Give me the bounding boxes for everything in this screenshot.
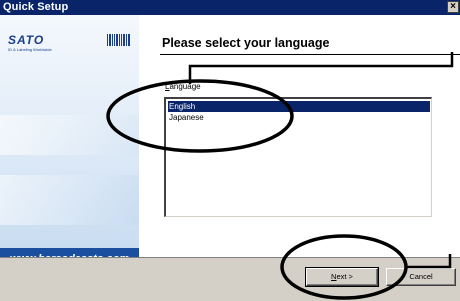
next-label: ext > [336, 272, 353, 281]
language-label-text: anguage [169, 82, 201, 91]
language-listbox[interactable]: English Japanese [164, 97, 432, 217]
sato-logo: SATO [8, 33, 45, 47]
list-item-english[interactable]: English [168, 101, 430, 112]
close-icon: × [450, 1, 456, 12]
language-label: Language [165, 82, 201, 91]
sidebar-banner: SATO ID & Labeling Worldwide www.barcode… [0, 15, 139, 272]
barcode-icon [107, 34, 130, 46]
window-title: Quick Setup [3, 1, 69, 13]
close-button[interactable]: × [447, 1, 459, 13]
quick-setup-window: Quick Setup × SATO ID & Labeling Worldwi… [0, 0, 460, 301]
cancel-label: Cancel [409, 272, 433, 281]
next-button[interactable]: Next > [305, 267, 379, 287]
cancel-button[interactable]: Cancel [386, 268, 456, 286]
banner-decoration [0, 175, 139, 225]
banner-decoration [0, 115, 139, 155]
heading-divider [160, 54, 460, 55]
title-bar: Quick Setup × [0, 0, 460, 15]
button-bar: Next > Cancel [0, 257, 460, 301]
page-title: Please select your language [162, 36, 330, 50]
sato-tagline: ID & Labeling Worldwide [8, 47, 52, 52]
list-item-japanese[interactable]: Japanese [168, 112, 430, 123]
annotation-callout-line [188, 52, 454, 84]
